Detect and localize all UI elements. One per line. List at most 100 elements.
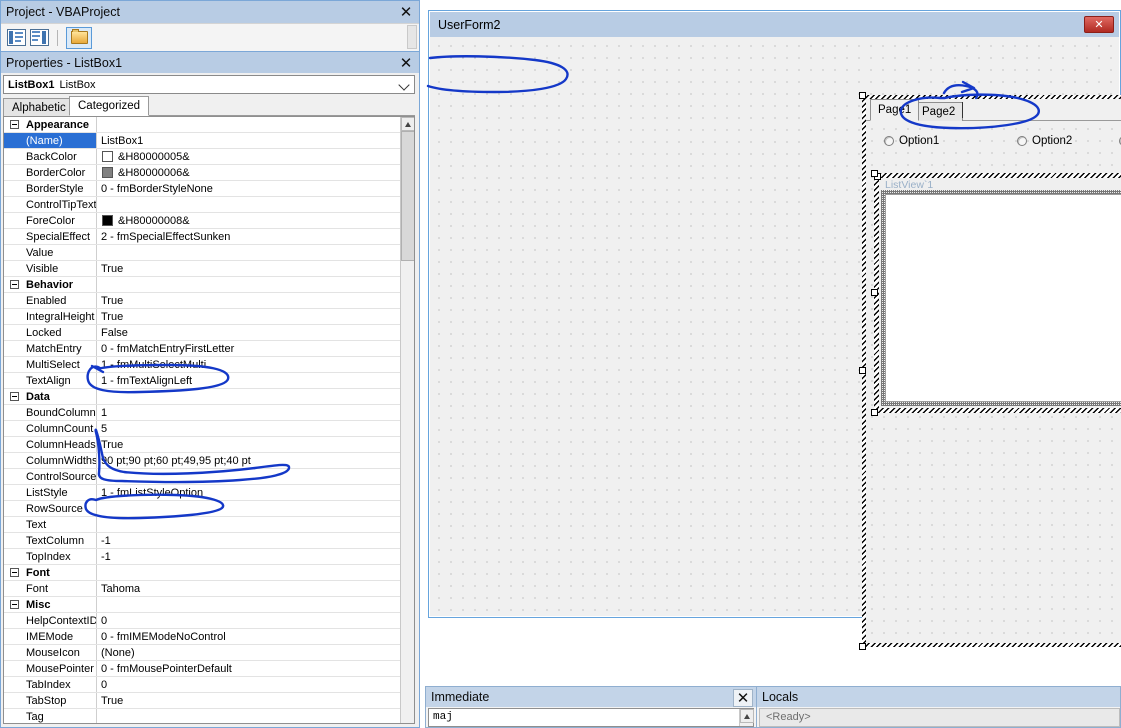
property-row[interactable]: BorderStyle 0 - fmBorderStyleNone <box>4 181 400 197</box>
userform-canvas[interactable]: OK Page1 Page2 Option1 Option2 <box>430 37 1121 650</box>
property-value[interactable]: 0 <box>97 615 400 627</box>
locals-pane-body[interactable]: <Ready> <box>759 708 1120 727</box>
property-value[interactable]: &H80000006& <box>97 167 400 179</box>
resize-handle-outer-nw[interactable] <box>871 170 878 177</box>
tab-alphabetic[interactable]: Alphabetic <box>3 98 75 116</box>
collapse-icon[interactable] <box>10 280 19 289</box>
collapse-icon[interactable] <box>10 392 19 401</box>
property-row[interactable]: BorderColor &H80000006& <box>4 165 400 181</box>
property-row[interactable]: Font Tahoma <box>4 581 400 597</box>
tab-categorized[interactable]: Categorized <box>69 96 150 116</box>
property-value[interactable]: ListBox1 <box>97 135 400 147</box>
property-value[interactable]: Tahoma <box>97 583 400 595</box>
multipage-handle-sw[interactable] <box>859 643 866 650</box>
properties-grid-scrollbar[interactable] <box>400 117 414 723</box>
multipage-handle-w[interactable] <box>859 367 866 374</box>
object-selector-combobox[interactable]: ListBox1 ListBox <box>3 75 415 94</box>
collapse-icon[interactable] <box>10 600 19 609</box>
property-value[interactable]: True <box>97 263 400 275</box>
property-category-row[interactable]: Data <box>4 389 400 405</box>
property-value[interactable]: &H80000005& <box>97 151 400 163</box>
property-value[interactable]: 0 <box>97 679 400 691</box>
property-row[interactable]: Locked False <box>4 325 400 341</box>
immediate-pane-scrollbar[interactable] <box>739 709 754 726</box>
collapse-icon[interactable] <box>10 120 19 129</box>
property-row[interactable]: Tag <box>4 709 400 723</box>
listview-container[interactable]: ListView`1 <box>871 170 1121 416</box>
resize-handle-outer-w[interactable] <box>871 289 878 296</box>
property-value[interactable]: 0 - fmMatchEntryFirstLetter <box>97 343 400 355</box>
property-row[interactable]: TabIndex 0 <box>4 677 400 693</box>
view-code-icon[interactable] <box>7 29 26 46</box>
property-category-row[interactable]: Behavior <box>4 277 400 293</box>
property-row[interactable]: Visible True <box>4 261 400 277</box>
property-value[interactable]: True <box>97 295 400 307</box>
option-button-1[interactable]: Option1 <box>884 135 939 147</box>
immediate-pane-editor[interactable]: maj <box>428 708 754 727</box>
property-value[interactable]: False <box>97 327 400 339</box>
property-row[interactable]: ControlTipText <box>4 197 400 213</box>
multipage-page-surface[interactable]: Page1 Page2 Option1 Option2 Op <box>866 99 1121 643</box>
property-row[interactable]: ListStyle 1 - fmListStyleOption <box>4 485 400 501</box>
immediate-pane-close-button[interactable]: ✕ <box>733 689 753 707</box>
property-row[interactable]: RowSource <box>4 501 400 517</box>
multipage-handle-nw[interactable] <box>859 92 866 99</box>
scroll-thumb[interactable] <box>401 131 414 261</box>
property-row[interactable]: Value <box>4 245 400 261</box>
tab-page2[interactable]: Page2 <box>914 102 964 121</box>
property-row[interactable]: MousePointer 0 - fmMousePointerDefault <box>4 661 400 677</box>
property-row[interactable]: ColumnHeads True <box>4 437 400 453</box>
property-row[interactable]: SpecialEffect 2 - fmSpecialEffectSunken <box>4 229 400 245</box>
tab-page1[interactable]: Page1 <box>870 99 920 121</box>
property-value[interactable]: True <box>97 695 400 707</box>
userform-close-button[interactable]: ✕ <box>1084 16 1114 33</box>
multipage-control[interactable]: Page1 Page2 Option1 Option2 Op <box>859 92 1121 650</box>
property-row[interactable]: IntegralHeight True <box>4 309 400 325</box>
property-row[interactable]: ColumnCount 5 <box>4 421 400 437</box>
property-value[interactable]: (None) <box>97 647 400 659</box>
property-value[interactable]: 0 - fmMousePointerDefault <box>97 663 400 675</box>
property-row[interactable]: ColumnWidths 90 pt;90 pt;60 pt;49,95 pt;4… <box>4 453 400 469</box>
property-row[interactable]: TopIndex -1 <box>4 549 400 565</box>
property-row[interactable]: (Name) ListBox1 <box>4 133 400 149</box>
property-value[interactable]: 1 - fmMultiSelectMulti <box>97 359 400 371</box>
resize-handle-outer-sw[interactable] <box>871 409 878 416</box>
property-row[interactable]: IMEMode 0 - fmIMEModeNoControl <box>4 629 400 645</box>
property-row[interactable]: MultiSelect 1 - fmMultiSelectMulti <box>4 357 400 373</box>
property-row[interactable]: BackColor &H80000005& <box>4 149 400 165</box>
property-value[interactable]: True <box>97 439 400 451</box>
project-pane-close-button[interactable]: ✕ <box>396 3 416 21</box>
toggle-folders-icon[interactable] <box>66 26 92 49</box>
property-row[interactable]: HelpContextID 0 <box>4 613 400 629</box>
view-object-icon[interactable] <box>30 29 49 46</box>
property-value[interactable]: 90 pt;90 pt;60 pt;49,95 pt;40 pt <box>97 455 400 467</box>
property-row[interactable]: ControlSource <box>4 469 400 485</box>
property-row[interactable]: Enabled True <box>4 293 400 309</box>
scroll-up-button[interactable] <box>401 117 414 131</box>
property-category-row[interactable]: Appearance <box>4 117 400 133</box>
property-row[interactable]: TextAlign 1 - fmTextAlignLeft <box>4 373 400 389</box>
properties-grid[interactable]: Appearance (Name) ListBox1 BackColor &H80000… <box>3 116 415 724</box>
property-value[interactable]: 0 - fmBorderStyleNone <box>97 183 400 195</box>
option-button-2[interactable]: Option2 <box>1017 135 1072 147</box>
property-row[interactable]: BoundColumn 1 <box>4 405 400 421</box>
project-pane-scroll-stub[interactable] <box>407 25 417 49</box>
properties-pane-close-button[interactable]: ✕ <box>396 54 416 72</box>
property-value[interactable]: 0 - fmIMEModeNoControl <box>97 631 400 643</box>
property-row[interactable]: ForeColor &H80000008& <box>4 213 400 229</box>
listview-client-area[interactable] <box>885 194 1121 402</box>
property-value[interactable]: &H80000008& <box>97 215 400 227</box>
collapse-icon[interactable] <box>10 568 19 577</box>
listview-frame[interactable]: ListView`1 <box>874 173 1121 408</box>
property-value[interactable]: 1 - fmTextAlignLeft <box>97 375 400 387</box>
property-row[interactable]: TabStop True <box>4 693 400 709</box>
property-row[interactable]: MatchEntry 0 - fmMatchEntryFirstLetter <box>4 341 400 357</box>
property-value[interactable]: 2 - fmSpecialEffectSunken <box>97 231 400 243</box>
property-value[interactable]: 1 <box>97 407 400 419</box>
scroll-up-button[interactable] <box>740 709 754 723</box>
property-value[interactable]: -1 <box>97 535 400 547</box>
property-row[interactable]: TextColumn -1 <box>4 533 400 549</box>
property-value[interactable]: True <box>97 311 400 323</box>
property-row[interactable]: MouseIcon (None) <box>4 645 400 661</box>
property-category-row[interactable]: Font <box>4 565 400 581</box>
